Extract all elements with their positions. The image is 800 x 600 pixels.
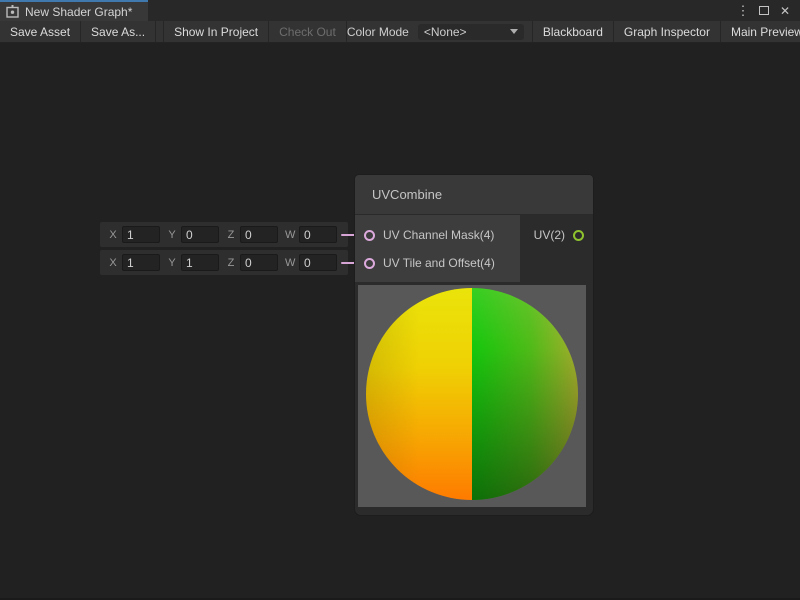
field-group-z: Z bbox=[226, 226, 278, 243]
window-controls: ⋮ ✕ bbox=[736, 0, 800, 21]
w-label: W bbox=[285, 229, 295, 241]
maximize-glyph bbox=[759, 6, 769, 15]
field-group-y: Y bbox=[167, 226, 219, 243]
w-label: W bbox=[285, 257, 295, 269]
y-field[interactable] bbox=[181, 226, 219, 243]
save-asset-button[interactable]: Save Asset bbox=[0, 21, 81, 42]
vector4-input-row-2: X Y Z W bbox=[100, 250, 348, 275]
input-port-icon[interactable] bbox=[364, 230, 375, 241]
node-header[interactable]: UVCombine bbox=[355, 175, 593, 215]
shader-graph-asset-icon bbox=[6, 5, 19, 18]
x-field[interactable] bbox=[122, 254, 160, 271]
w-field[interactable] bbox=[299, 226, 337, 243]
z-label: Z bbox=[226, 257, 236, 269]
z-field[interactable] bbox=[240, 226, 278, 243]
y-label: Y bbox=[167, 257, 177, 269]
x-label: X bbox=[108, 257, 118, 269]
preview-sphere bbox=[366, 288, 578, 500]
field-group-x: X bbox=[108, 226, 160, 243]
main-preview-toggle-button[interactable]: Main Preview bbox=[720, 21, 800, 42]
check-out-button: Check Out bbox=[269, 21, 347, 42]
color-mode-label: Color Mode bbox=[347, 25, 409, 39]
x-field[interactable] bbox=[122, 226, 160, 243]
sphere-left-uv-gradient bbox=[366, 288, 472, 500]
field-group-w: W bbox=[285, 226, 337, 243]
input-port-label: UV Channel Mask(4) bbox=[383, 228, 494, 242]
field-group-y: Y bbox=[167, 254, 219, 271]
shader-graph-toolbar: Save Asset Save As... Show In Project Ch… bbox=[0, 21, 800, 43]
color-mode-selected-value: <None> bbox=[424, 25, 467, 39]
z-label: Z bbox=[226, 229, 236, 241]
node-body: UV Channel Mask(4) UV Tile and Offset(4)… bbox=[355, 215, 593, 282]
tab-bar: New Shader Graph* ⋮ ✕ bbox=[0, 0, 800, 21]
field-group-z: Z bbox=[226, 254, 278, 271]
maximize-icon[interactable] bbox=[757, 4, 771, 18]
y-label: Y bbox=[167, 229, 177, 241]
graph-inspector-toggle-button[interactable]: Graph Inspector bbox=[613, 21, 720, 42]
color-mode-dropdown[interactable]: <None> bbox=[418, 24, 524, 40]
tab-new-shader-graph[interactable]: New Shader Graph* bbox=[0, 0, 148, 21]
input-port-row-2: UV Tile and Offset(4) bbox=[355, 249, 520, 277]
graph-canvas[interactable]: X Y Z W X Y bbox=[0, 43, 800, 600]
field-group-w: W bbox=[285, 254, 337, 271]
output-port-icon[interactable] bbox=[573, 230, 584, 241]
y-field[interactable] bbox=[181, 254, 219, 271]
node-preview bbox=[358, 285, 586, 507]
sphere-right-uv-gradient bbox=[472, 288, 578, 500]
tab-title: New Shader Graph* bbox=[25, 5, 132, 19]
x-label: X bbox=[108, 229, 118, 241]
output-port-label: UV(2) bbox=[534, 228, 565, 242]
chevron-down-icon bbox=[510, 29, 518, 34]
close-icon[interactable]: ✕ bbox=[778, 4, 792, 18]
blackboard-toggle-button[interactable]: Blackboard bbox=[532, 21, 613, 42]
z-field[interactable] bbox=[240, 254, 278, 271]
vector4-input-row-1: X Y Z W bbox=[100, 222, 348, 247]
shader-graph-window: New Shader Graph* ⋮ ✕ Save Asset Save As… bbox=[0, 0, 800, 600]
input-port-row-1: UV Channel Mask(4) bbox=[355, 221, 520, 249]
w-field[interactable] bbox=[299, 254, 337, 271]
node-input-panel: UV Channel Mask(4) UV Tile and Offset(4) bbox=[355, 215, 520, 282]
output-port-row: UV(2) bbox=[534, 221, 584, 249]
node-uvcombine[interactable]: UVCombine UV Channel Mask(4) UV Tile and… bbox=[355, 175, 593, 515]
node-title: UVCombine bbox=[372, 187, 442, 202]
show-in-project-button[interactable]: Show In Project bbox=[163, 21, 269, 42]
input-port-icon[interactable] bbox=[364, 258, 375, 269]
input-port-label: UV Tile and Offset(4) bbox=[383, 256, 495, 270]
field-group-x: X bbox=[108, 254, 160, 271]
toolbar-right-group: Color Mode <None> Blackboard Graph Inspe… bbox=[347, 21, 800, 42]
save-as-button[interactable]: Save As... bbox=[81, 21, 156, 42]
window-menu-icon[interactable]: ⋮ bbox=[736, 4, 750, 18]
